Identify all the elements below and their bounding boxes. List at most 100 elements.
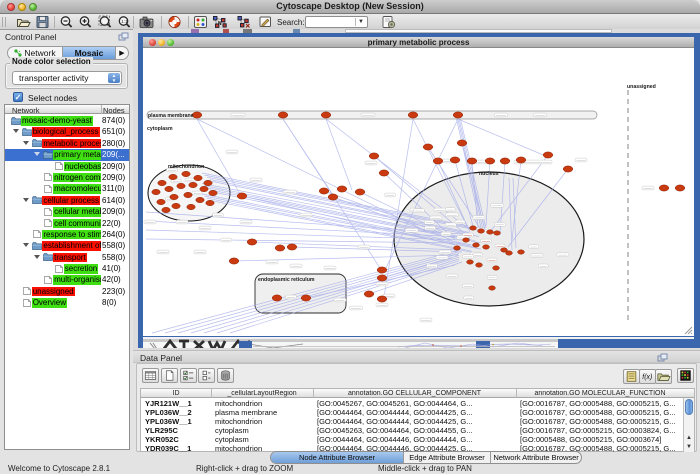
tree-col-nodes[interactable]: Nodes bbox=[103, 106, 125, 115]
network-node[interactable] bbox=[543, 152, 553, 158]
network-node[interactable] bbox=[457, 140, 467, 146]
help-lifesaver-button[interactable] bbox=[167, 15, 182, 29]
tab-network-attribute-browser[interactable]: Network Attribute Browser bbox=[491, 452, 581, 463]
vizmapper-button[interactable] bbox=[258, 15, 273, 29]
table-column-header[interactable]: ID bbox=[141, 390, 211, 397]
tree-row[interactable]: cellular metabol209(0) bbox=[5, 206, 129, 217]
table-row[interactable]: YPL036W__1mitochondrion[GO:0044464, GO:0… bbox=[141, 417, 694, 426]
tree-header[interactable]: Network Nodes bbox=[5, 105, 129, 114]
tree-row[interactable]: nitrogen compo209(0) bbox=[5, 172, 129, 183]
network-edge[interactable] bbox=[178, 254, 459, 333]
tree-row[interactable]: mosaic-demo-yeast874(0) bbox=[5, 115, 129, 126]
zoom-out-button[interactable] bbox=[59, 15, 74, 29]
attribute-table-button[interactable] bbox=[142, 368, 159, 383]
network-node[interactable] bbox=[518, 250, 525, 254]
network-node[interactable] bbox=[675, 185, 685, 191]
network-node[interactable] bbox=[500, 158, 510, 164]
tree-row-label[interactable]: cellular metabol bbox=[53, 207, 101, 217]
network-node[interactable] bbox=[204, 180, 212, 185]
tree-row-label[interactable]: biological_process bbox=[32, 127, 100, 137]
tree-row-label[interactable]: cell communicat bbox=[53, 219, 101, 229]
zoom-in-button[interactable] bbox=[78, 15, 93, 29]
tree-row-label[interactable]: unassigned bbox=[32, 287, 75, 297]
network-node[interactable] bbox=[209, 190, 217, 195]
tree-row-label[interactable]: multi-organism pro bbox=[53, 275, 101, 285]
tree-row-label[interactable]: establishment of lo bbox=[42, 241, 101, 251]
network-node[interactable] bbox=[319, 188, 329, 194]
network-node[interactable] bbox=[162, 207, 170, 212]
table-row[interactable]: YPL036W__2plasma membrane[GO:0044464, GO… bbox=[141, 408, 694, 417]
network-node[interactable] bbox=[377, 267, 387, 273]
network-node[interactable] bbox=[487, 230, 494, 234]
scrollbar-thumb[interactable] bbox=[685, 399, 693, 415]
network-node[interactable] bbox=[516, 157, 526, 163]
search-dropdown-arrow-icon[interactable]: ▼ bbox=[355, 18, 366, 26]
tree-row[interactable]: multi-organism pro42(0) bbox=[5, 274, 129, 285]
tree-col-network[interactable]: Network bbox=[12, 106, 40, 115]
tree-row[interactable]: primary metabo209(... bbox=[5, 149, 129, 160]
network-node[interactable] bbox=[483, 245, 490, 249]
tree-row-label[interactable]: secretion bbox=[64, 264, 98, 274]
network-import-button[interactable]: N bbox=[212, 15, 227, 29]
network-node[interactable] bbox=[187, 204, 195, 209]
network-node[interactable] bbox=[467, 158, 477, 164]
network-edge[interactable] bbox=[165, 252, 459, 333]
network-node[interactable] bbox=[192, 112, 202, 118]
network-node[interactable] bbox=[563, 166, 573, 172]
network-node[interactable] bbox=[189, 182, 197, 187]
save-session-button[interactable] bbox=[35, 15, 50, 29]
network-node[interactable] bbox=[454, 246, 461, 250]
attribute-list-button[interactable] bbox=[623, 369, 640, 384]
float-panel-icon[interactable] bbox=[118, 32, 129, 42]
network-node[interactable] bbox=[170, 194, 178, 199]
search-input[interactable]: ▼ bbox=[305, 16, 368, 28]
tree-row[interactable]: macromolecule311(0) bbox=[5, 183, 129, 194]
session-settings-button[interactable] bbox=[381, 15, 396, 29]
snapshot-camera-button[interactable] bbox=[139, 15, 154, 29]
network-node[interactable] bbox=[206, 200, 214, 205]
zoom-actual-size-button[interactable]: 1:1 bbox=[117, 15, 132, 29]
network-canvas[interactable]: plasma membranecytoplasmmitochondrionnuc… bbox=[143, 48, 694, 336]
network-node[interactable] bbox=[450, 157, 460, 163]
network-node[interactable] bbox=[328, 194, 338, 200]
network-node[interactable] bbox=[184, 192, 192, 197]
tree-expand-arrow-icon[interactable] bbox=[23, 198, 29, 202]
tab-edge-attribute-browser[interactable]: Edge Attribute Browser bbox=[404, 452, 491, 463]
table-column-header[interactable]: _cellularLayoutRegion bbox=[211, 390, 313, 397]
layout-grid-button[interactable] bbox=[193, 15, 208, 29]
network-edge[interactable] bbox=[152, 250, 459, 333]
tree-expand-arrow-icon[interactable] bbox=[23, 243, 29, 247]
network-node[interactable] bbox=[659, 185, 669, 191]
network-node[interactable] bbox=[200, 186, 208, 191]
network-node[interactable] bbox=[194, 175, 202, 180]
network-node[interactable] bbox=[467, 260, 474, 264]
network-node[interactable] bbox=[369, 153, 379, 159]
tree-row[interactable]: nucleobase-209(0) bbox=[5, 161, 129, 172]
network-node[interactable] bbox=[463, 238, 470, 242]
network-node[interactable] bbox=[229, 258, 239, 264]
network-node[interactable] bbox=[157, 199, 165, 204]
tree-row-label[interactable]: transport bbox=[53, 253, 87, 263]
tree-expand-arrow-icon[interactable] bbox=[23, 141, 29, 145]
delete-attribute-button[interactable] bbox=[217, 368, 234, 383]
window-resize-grip[interactable] bbox=[684, 326, 693, 335]
tab-node-attribute-browser[interactable]: Node Attribute Browser bbox=[271, 452, 404, 463]
table-row[interactable]: YLR295Ccytoplasm[GO:0045263, GO:0044464,… bbox=[141, 426, 694, 435]
network-node[interactable] bbox=[364, 291, 374, 297]
tree-row[interactable]: metabolic process280(0) bbox=[5, 138, 129, 149]
network-node[interactable] bbox=[237, 193, 247, 199]
network-node[interactable] bbox=[321, 112, 331, 118]
tree-row[interactable]: biological_process651(0) bbox=[5, 126, 129, 137]
network-view-button[interactable] bbox=[236, 15, 251, 29]
tree-row[interactable]: cellular process614(0) bbox=[5, 195, 129, 206]
app-titlebar[interactable]: Cytoscape Desktop (New Session) bbox=[0, 0, 700, 14]
select-attributes-button[interactable] bbox=[180, 368, 197, 383]
network-node[interactable] bbox=[408, 112, 418, 118]
network-node[interactable] bbox=[177, 183, 185, 188]
tree-expand-arrow-icon[interactable] bbox=[34, 152, 40, 156]
tree-row[interactable]: Overview8(0) bbox=[5, 297, 129, 308]
tree-row[interactable]: cell communicat22(0) bbox=[5, 218, 129, 229]
tree-row-label[interactable]: Overview bbox=[32, 298, 67, 308]
network-node[interactable] bbox=[494, 231, 501, 235]
network-node[interactable] bbox=[172, 203, 180, 208]
